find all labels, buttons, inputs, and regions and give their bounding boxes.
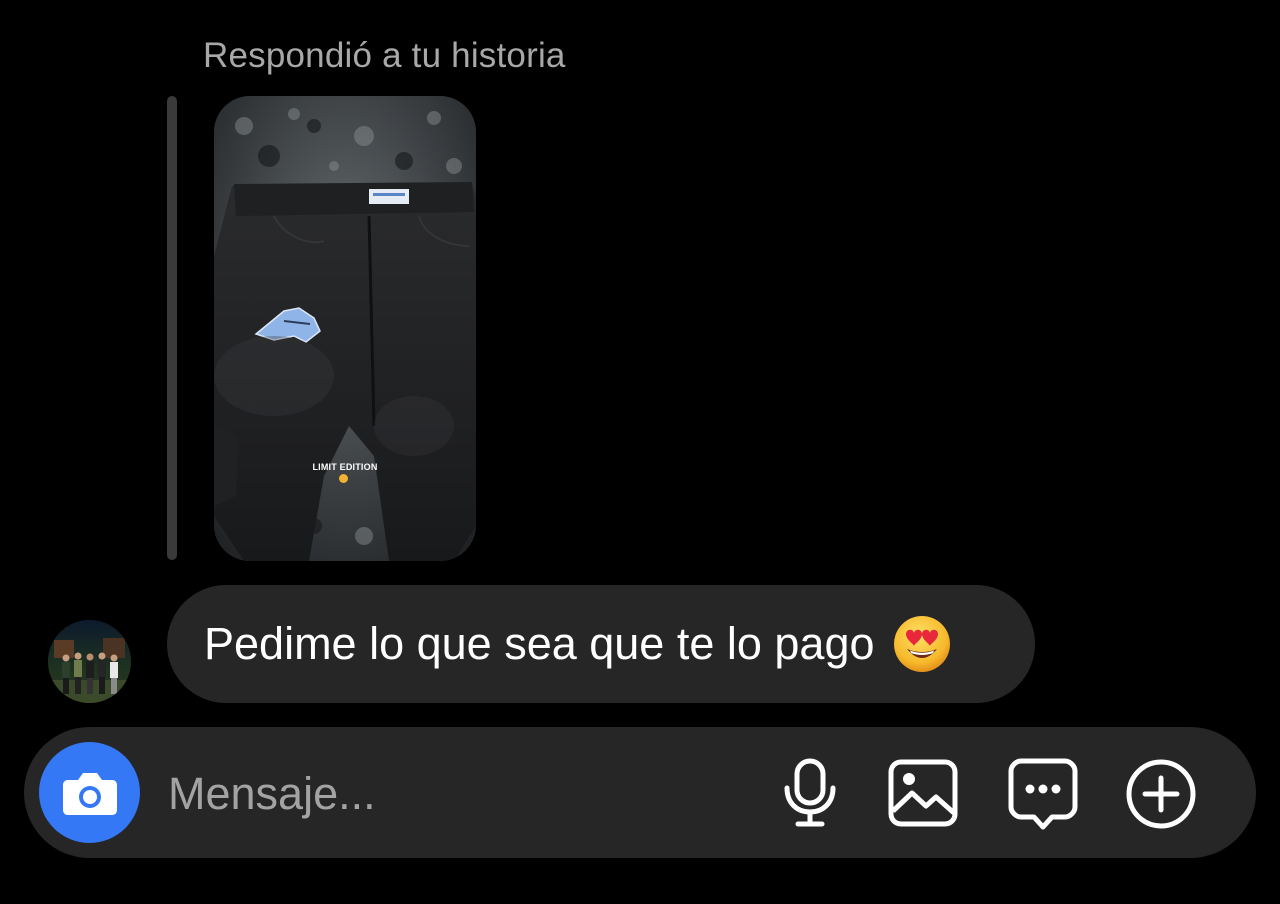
gallery-icon (888, 759, 958, 827)
sticker-button[interactable] (1006, 757, 1080, 831)
heart-eyes-emoji-icon (893, 615, 951, 673)
message-bubble[interactable]: Pedime lo que sea que te lo pago (167, 585, 1035, 703)
story-reply-caption: Respondió a tu historia (203, 36, 566, 75)
reply-quote-bar (167, 96, 177, 560)
avatar[interactable] (48, 620, 131, 703)
gallery-button[interactable] (886, 757, 960, 829)
message-text: Pedime lo que sea que te lo pago (204, 618, 875, 669)
camera-icon (62, 772, 117, 815)
chat-screen: Respondió a tu historia LIMIT EDITION Pe… (0, 0, 1280, 904)
message-input[interactable] (168, 762, 748, 826)
camera-button[interactable] (39, 742, 140, 843)
avatar-image (48, 620, 131, 703)
story-overlay-emoji (339, 474, 348, 483)
plus-icon (1126, 759, 1196, 829)
more-button[interactable] (1124, 757, 1198, 831)
chat-bubble-icon (1008, 758, 1078, 830)
story-overlay-text: LIMIT EDITION (312, 462, 378, 472)
microphone-icon (784, 758, 836, 827)
story-image (214, 96, 476, 561)
microphone-button[interactable] (778, 757, 842, 829)
story-thumbnail[interactable]: LIMIT EDITION (214, 96, 476, 561)
